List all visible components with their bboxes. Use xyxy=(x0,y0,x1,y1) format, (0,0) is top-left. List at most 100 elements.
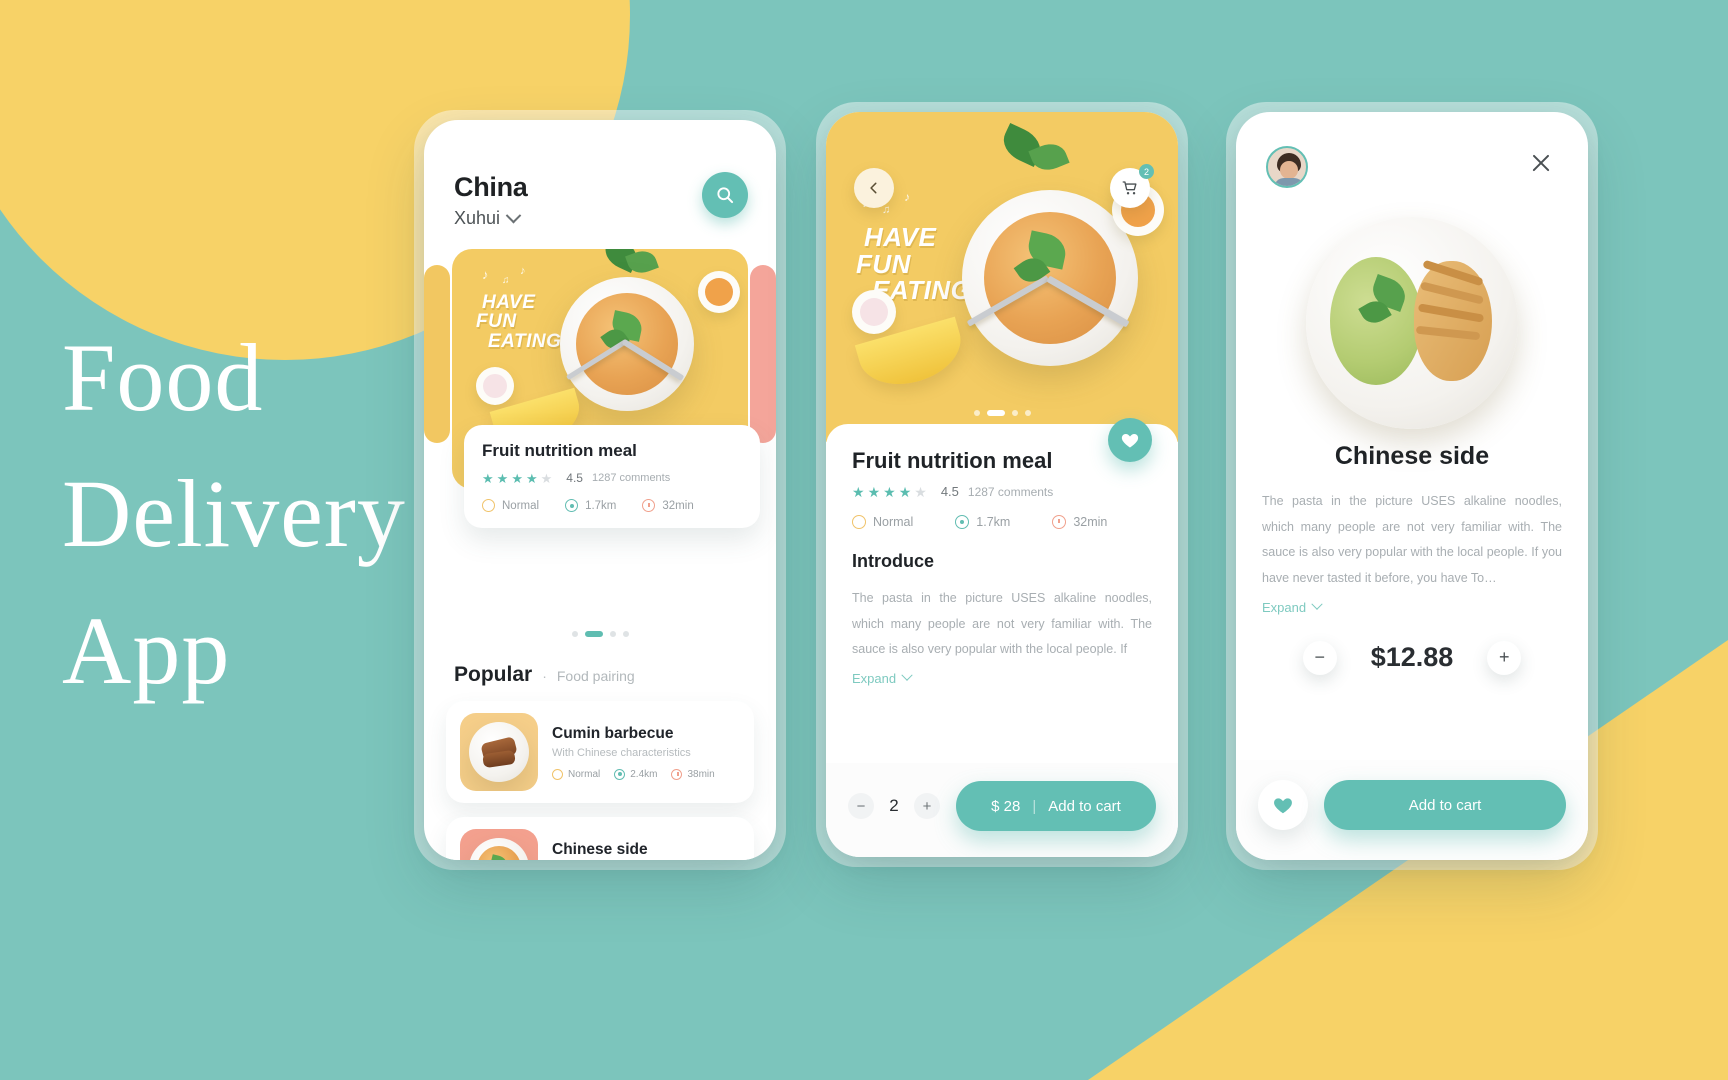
list-item[interactable]: Cumin barbecue With Chinese characterist… xyxy=(446,701,754,803)
featured-title: Fruit nutrition meal xyxy=(482,441,637,460)
cta-label: Add to cart xyxy=(1408,796,1482,814)
carousel-dot[interactable] xyxy=(571,631,578,637)
rating-value: 4.5 xyxy=(566,471,583,485)
expand-button[interactable]: Expand xyxy=(852,669,1152,686)
star-icon: ★ xyxy=(496,470,509,486)
meta-time: 32min xyxy=(1052,515,1107,529)
hero-line-1: Food xyxy=(62,324,264,431)
star-icon: ★ xyxy=(867,483,881,500)
quantity-stepper[interactable]: − 2 + xyxy=(848,793,940,819)
rating-value: 4.5 xyxy=(940,484,959,499)
meta-label: Normal xyxy=(568,768,601,780)
item-subtitle: With Chinese characteristics xyxy=(552,746,691,759)
music-note-icon: ♫ xyxy=(882,204,891,216)
chevron-down-icon xyxy=(901,669,913,682)
chinese-side-plate xyxy=(1306,217,1518,429)
district-label: Xuhui xyxy=(454,208,501,228)
featured-carousel[interactable]: ♪ ♫ ♪ HAVE FUN EATING Fruit nutrition me… xyxy=(424,249,776,528)
flame-ring-icon xyxy=(852,515,866,529)
add-to-cart-button[interactable]: $ 28 | Add to cart xyxy=(956,781,1156,831)
meta-distance: 1.7km xyxy=(955,515,1010,529)
banner-headline-2: FUN xyxy=(476,311,517,333)
product-body: The pasta in the picture USES alkaline n… xyxy=(1236,489,1588,675)
location-pin-icon xyxy=(955,515,970,529)
star-icon-empty: ★ xyxy=(540,470,553,486)
close-icon[interactable] xyxy=(1524,146,1558,180)
section-title: Popular xyxy=(454,663,533,686)
meta-distance: 1.7km xyxy=(565,499,616,512)
carousel-prev-peek[interactable] xyxy=(424,265,450,443)
list-item[interactable]: Chinese side Hot and dry noodles Normal … xyxy=(446,817,754,860)
carousel-dot[interactable] xyxy=(973,410,980,416)
meta-label: Normal xyxy=(873,515,914,529)
carousel-next-peek[interactable] xyxy=(750,265,776,443)
meta-label: 32min xyxy=(662,499,694,512)
product-image xyxy=(1236,217,1588,429)
star-icon: ★ xyxy=(898,483,912,500)
expand-button[interactable]: Expand xyxy=(1262,598,1562,615)
meta-label: 38min xyxy=(687,768,715,780)
user-avatar[interactable] xyxy=(1266,146,1308,188)
increase-quantity-button[interactable]: + xyxy=(1487,640,1522,675)
dessert-bowl xyxy=(852,290,896,334)
clock-icon xyxy=(671,768,683,780)
favorite-button[interactable] xyxy=(1258,780,1308,830)
decrease-quantity-button[interactable]: − xyxy=(1302,640,1337,675)
star-rating: ★ ★ ★ ★ ★ xyxy=(482,472,552,485)
star-rating: ★ ★ ★ ★ ★ xyxy=(852,485,927,499)
home-header: China Xuhui xyxy=(424,120,776,229)
chevron-down-icon xyxy=(505,207,522,224)
carousel-dot[interactable] xyxy=(1011,410,1018,416)
featured-info-card[interactable]: Fruit nutrition meal ★ ★ ★ ★ ★ 4.5 1287 … xyxy=(464,425,760,528)
comments-count: 1287 comments xyxy=(591,472,671,484)
carousel-dot[interactable] xyxy=(622,631,629,637)
district-selector[interactable]: Xuhui xyxy=(454,207,528,229)
detail-meta-row: Normal 1.7km 32min xyxy=(852,515,1152,529)
cart-button[interactable]: 2 xyxy=(1110,164,1154,208)
price-stepper: − $12.88 + xyxy=(1262,640,1562,675)
cart-badge: 2 xyxy=(1139,164,1154,179)
item-body: Chinese side Hot and dry noodles Normal … xyxy=(552,841,740,861)
phone-screen-product: Chinese side The pasta in the picture US… xyxy=(1236,112,1588,860)
search-icon xyxy=(717,187,734,204)
cta-label: Add to cart xyxy=(1048,797,1121,815)
meta-label: Normal xyxy=(502,499,540,512)
popular-list: Cumin barbecue With Chinese characterist… xyxy=(446,701,754,860)
hero-line-3: App xyxy=(62,596,231,704)
chevron-down-icon xyxy=(1311,598,1323,610)
flame-ring-icon xyxy=(552,768,563,780)
introduce-body: The pasta in the picture USES alkaline n… xyxy=(852,591,1152,657)
product-description: The pasta in the picture USES alkaline n… xyxy=(1262,494,1562,585)
detail-carousel-dots[interactable] xyxy=(826,410,1178,416)
back-button[interactable] xyxy=(854,168,894,208)
banner-headline-1: HAVE xyxy=(482,292,536,313)
decrease-quantity-button[interactable]: − xyxy=(848,793,874,819)
carousel-dots[interactable] xyxy=(424,631,776,637)
star-icon-empty: ★ xyxy=(914,483,927,500)
product-price: $12.88 xyxy=(1370,642,1454,672)
carousel-dot-active[interactable] xyxy=(986,410,1005,416)
search-button[interactable] xyxy=(702,172,748,218)
music-note-icon: ♪ xyxy=(904,190,910,204)
detail-action-bar: − 2 + $ 28 | Add to cart xyxy=(826,763,1178,857)
section-subtitle[interactable]: Food pairing xyxy=(557,668,635,684)
item-thumbnail xyxy=(460,713,538,791)
add-to-cart-button[interactable]: Add to cart xyxy=(1324,780,1566,830)
music-note-icon: ♪ xyxy=(520,265,526,277)
item-title: Cumin barbecue xyxy=(552,724,674,742)
meta-label: 1.7km xyxy=(585,499,617,512)
carousel-dot[interactable] xyxy=(1024,410,1031,416)
carousel-dot[interactable] xyxy=(609,631,616,637)
meta-label: 1.7km xyxy=(976,515,1011,529)
increase-quantity-button[interactable]: + xyxy=(914,793,940,819)
meta-time: 38min xyxy=(671,768,715,780)
favorite-button[interactable] xyxy=(1108,418,1152,462)
banner-headline-3: EATING xyxy=(488,330,562,352)
meta-label: 2.4km xyxy=(630,768,658,780)
dessert-bowl xyxy=(476,367,514,405)
location-block[interactable]: China Xuhui xyxy=(454,172,528,229)
item-thumbnail xyxy=(460,829,538,860)
clock-icon xyxy=(1052,515,1067,529)
carousel-dot-active[interactable] xyxy=(584,631,603,637)
star-icon: ★ xyxy=(525,470,538,486)
